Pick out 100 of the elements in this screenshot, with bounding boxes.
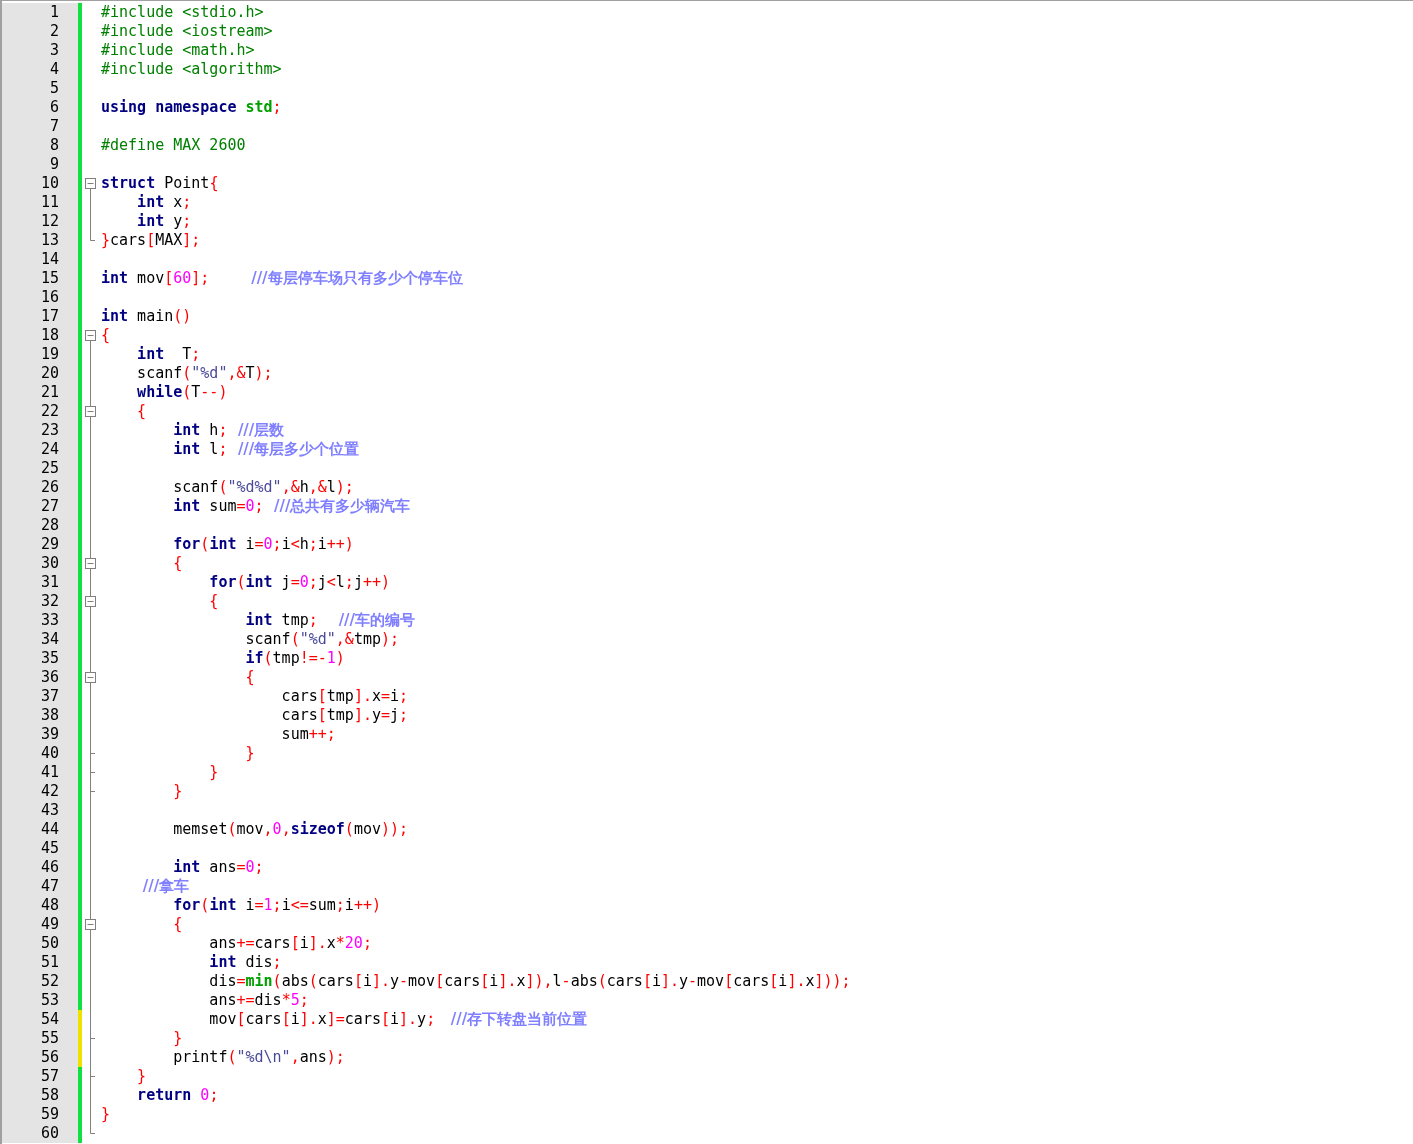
line-number: 23 bbox=[40, 421, 59, 439]
code-line: int y; bbox=[136, 212, 192, 231]
code-line: { bbox=[100, 326, 111, 345]
line-number: 53 bbox=[40, 991, 59, 1009]
fold-minus-icon[interactable] bbox=[85, 592, 96, 611]
line-number: 33 bbox=[40, 611, 59, 629]
code-line: printf("%d\n",ans); bbox=[172, 1048, 345, 1067]
code-line: struct Point{ bbox=[100, 174, 219, 193]
line-number: 25 bbox=[40, 459, 59, 477]
code-line: sum++; bbox=[280, 725, 336, 744]
line-number: 40 bbox=[40, 744, 59, 762]
fold-minus-icon[interactable] bbox=[85, 554, 96, 573]
line-number: 43 bbox=[40, 801, 59, 819]
line-number: 34 bbox=[40, 630, 59, 648]
line-number: 15 bbox=[40, 269, 59, 287]
code-line: while(T--) bbox=[136, 383, 228, 402]
code-line: #include <math.h> bbox=[100, 41, 255, 60]
line-number: 60 bbox=[40, 1124, 59, 1142]
code-line: return 0; bbox=[136, 1086, 219, 1105]
line-number: 37 bbox=[40, 687, 59, 705]
line-number: 39 bbox=[40, 725, 59, 743]
code-line: } bbox=[136, 1067, 147, 1086]
code-line: } bbox=[172, 782, 183, 801]
line-number: 57 bbox=[40, 1067, 59, 1085]
fold-minus-icon[interactable] bbox=[85, 915, 96, 934]
line-number: 59 bbox=[40, 1105, 59, 1123]
code-line: } bbox=[172, 1029, 183, 1048]
line-number: 28 bbox=[40, 516, 59, 534]
code-line: } bbox=[244, 744, 255, 763]
code-line: { bbox=[172, 915, 183, 934]
fold-guide-line bbox=[90, 1048, 91, 1067]
line-number: 48 bbox=[40, 896, 59, 914]
line-number: 5 bbox=[49, 79, 59, 97]
code-line: } bbox=[100, 1105, 111, 1124]
line-number: 55 bbox=[40, 1029, 59, 1047]
line-number: 16 bbox=[40, 288, 59, 306]
line-number: 27 bbox=[40, 497, 59, 515]
code-line: if(tmp!=-1) bbox=[244, 649, 345, 668]
code-line: #include <iostream> bbox=[100, 22, 273, 41]
line-number: 58 bbox=[40, 1086, 59, 1104]
code-line: memset(mov,0,sizeof(mov)); bbox=[172, 820, 409, 839]
code-line: cars[tmp].x=i; bbox=[280, 687, 409, 706]
line-number: 21 bbox=[40, 383, 59, 401]
code-line: int x; bbox=[136, 193, 192, 212]
line-number: 12 bbox=[40, 212, 59, 230]
code-line: ans+=dis*5; bbox=[208, 991, 309, 1010]
line-number: 7 bbox=[49, 117, 59, 135]
code-line: #include <stdio.h> bbox=[100, 3, 264, 22]
line-number: 32 bbox=[40, 592, 59, 610]
code-line: { bbox=[136, 402, 147, 421]
line-number: 3 bbox=[49, 41, 59, 59]
line-number: 11 bbox=[40, 193, 59, 211]
line-number: 17 bbox=[40, 307, 59, 325]
code-line: #include <algorithm> bbox=[100, 60, 282, 79]
line-number: 22 bbox=[40, 402, 59, 420]
code-line: int h; ///层数 bbox=[172, 421, 285, 440]
code-line: using namespace std; bbox=[100, 98, 282, 117]
code-line: int T; bbox=[136, 345, 201, 364]
fold-minus-icon[interactable] bbox=[85, 178, 96, 193]
line-number: 6 bbox=[49, 98, 59, 116]
code-line: int sum=0; ///总共有多少辆汽车 bbox=[172, 497, 411, 516]
code-line: } bbox=[208, 763, 219, 782]
code-line: scanf("%d",&T); bbox=[136, 364, 273, 383]
line-number: 8 bbox=[49, 136, 59, 154]
line-number: 26 bbox=[40, 478, 59, 496]
line-number: 14 bbox=[40, 250, 59, 268]
fold-minus-icon[interactable] bbox=[85, 402, 96, 421]
line-number: 19 bbox=[40, 345, 59, 363]
line-number: 56 bbox=[40, 1048, 59, 1066]
line-number: 24 bbox=[40, 440, 59, 458]
line-number: 9 bbox=[49, 155, 59, 173]
code-line: int dis; bbox=[208, 953, 282, 972]
code-line: scanf("%d",&tmp); bbox=[244, 630, 400, 649]
line-number: 4 bbox=[49, 60, 59, 78]
line-number: 18 bbox=[40, 326, 59, 344]
line-number: 47 bbox=[40, 877, 59, 895]
code-line: int mov[60]; ///每层停车场只有多少个停车位 bbox=[100, 269, 463, 288]
code-line: #define MAX 2600 bbox=[100, 136, 246, 155]
line-number: 45 bbox=[40, 839, 59, 857]
line-number: 52 bbox=[40, 972, 59, 990]
line-number: 30 bbox=[40, 554, 59, 572]
code-line: ///拿车 bbox=[141, 877, 190, 896]
fold-minus-icon[interactable] bbox=[85, 330, 96, 345]
line-number: 29 bbox=[40, 535, 59, 553]
line-number: 2 bbox=[49, 22, 59, 40]
code-line: mov[cars[i].x]=cars[i].y; ///存下转盘当前位置 bbox=[208, 1010, 588, 1029]
code-line: dis=min(abs(cars[i].y-mov[cars[i].x]),l-abs(cars[i].y-mov[cars[i].x])); bbox=[208, 972, 851, 991]
line-number: 31 bbox=[40, 573, 59, 591]
line-number: 1 bbox=[49, 3, 59, 21]
code-line: int ans=0; bbox=[172, 858, 264, 877]
fold-minus-icon[interactable] bbox=[85, 668, 96, 687]
code-line: { bbox=[208, 592, 219, 611]
line-number: 46 bbox=[40, 858, 59, 876]
code-line: int l; ///每层多少个位置 bbox=[172, 440, 360, 459]
line-number: 49 bbox=[40, 915, 59, 933]
line-number: 36 bbox=[40, 668, 59, 686]
line-number: 41 bbox=[40, 763, 59, 781]
code-line: int tmp; ///车的编号 bbox=[244, 611, 416, 630]
code-line: scanf("%d%d",&h,&l); bbox=[172, 478, 354, 497]
code-line: int main() bbox=[100, 307, 192, 326]
